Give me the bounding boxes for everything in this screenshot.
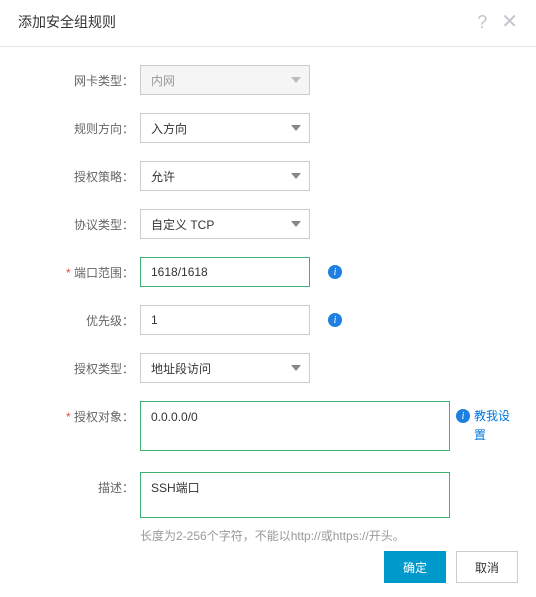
dialog-title: 添加安全组规则 bbox=[18, 12, 116, 32]
auth-type-select[interactable]: 地址段访问 bbox=[140, 353, 310, 383]
auth-type-label: 授权类型： bbox=[20, 353, 140, 377]
desc-input[interactable]: SSH端口 bbox=[140, 472, 450, 518]
auth-obj-input[interactable]: 0.0.0.0/0 bbox=[140, 401, 450, 451]
info-icon[interactable]: i bbox=[328, 265, 342, 279]
cancel-button[interactable]: 取消 bbox=[456, 551, 518, 583]
dialog-header: 添加安全组规则 ? ✕ bbox=[0, 0, 536, 47]
policy-label: 授权策略： bbox=[20, 161, 140, 185]
chevron-down-icon bbox=[291, 125, 301, 131]
protocol-value: 自定义 TCP bbox=[151, 216, 214, 233]
chevron-down-icon bbox=[291, 365, 301, 371]
chevron-down-icon bbox=[291, 221, 301, 227]
ok-button[interactable]: 确定 bbox=[384, 551, 446, 583]
auth-obj-label: 授权对象： bbox=[20, 401, 140, 425]
priority-label: 优先级： bbox=[20, 305, 140, 329]
port-range-input[interactable] bbox=[140, 257, 310, 287]
protocol-label: 协议类型： bbox=[20, 209, 140, 233]
nic-type-select: 内网 bbox=[140, 65, 310, 95]
direction-select[interactable]: 入方向 bbox=[140, 113, 310, 143]
port-range-label: 端口范围： bbox=[20, 257, 140, 281]
policy-value: 允许 bbox=[151, 168, 175, 185]
auth-obj-help-link[interactable]: 教我设置 bbox=[474, 407, 514, 445]
info-icon[interactable]: i bbox=[456, 409, 470, 423]
add-security-rule-dialog: 添加安全组规则 ? ✕ 网卡类型： 内网 规则方向： 入方向 bbox=[0, 0, 536, 544]
auth-type-value: 地址段访问 bbox=[151, 360, 211, 377]
protocol-select[interactable]: 自定义 TCP bbox=[140, 209, 310, 239]
help-icon[interactable]: ? bbox=[477, 13, 487, 31]
close-icon[interactable]: ✕ bbox=[501, 12, 518, 32]
desc-label: 描述： bbox=[20, 472, 140, 496]
direction-label: 规则方向： bbox=[20, 113, 140, 137]
info-icon[interactable]: i bbox=[328, 313, 342, 327]
desc-hint: 长度为2-256个字符，不能以http://或https://开头。 bbox=[140, 527, 450, 544]
direction-value: 入方向 bbox=[151, 120, 187, 137]
chevron-down-icon bbox=[291, 173, 301, 179]
priority-input[interactable] bbox=[140, 305, 310, 335]
dialog-footer: 确定 取消 bbox=[384, 551, 518, 583]
nic-type-label: 网卡类型： bbox=[20, 65, 140, 89]
nic-type-value: 内网 bbox=[151, 72, 175, 89]
policy-select[interactable]: 允许 bbox=[140, 161, 310, 191]
chevron-down-icon bbox=[291, 77, 301, 83]
dialog-body: 网卡类型： 内网 规则方向： 入方向 授权策略： 允许 bbox=[0, 47, 536, 544]
